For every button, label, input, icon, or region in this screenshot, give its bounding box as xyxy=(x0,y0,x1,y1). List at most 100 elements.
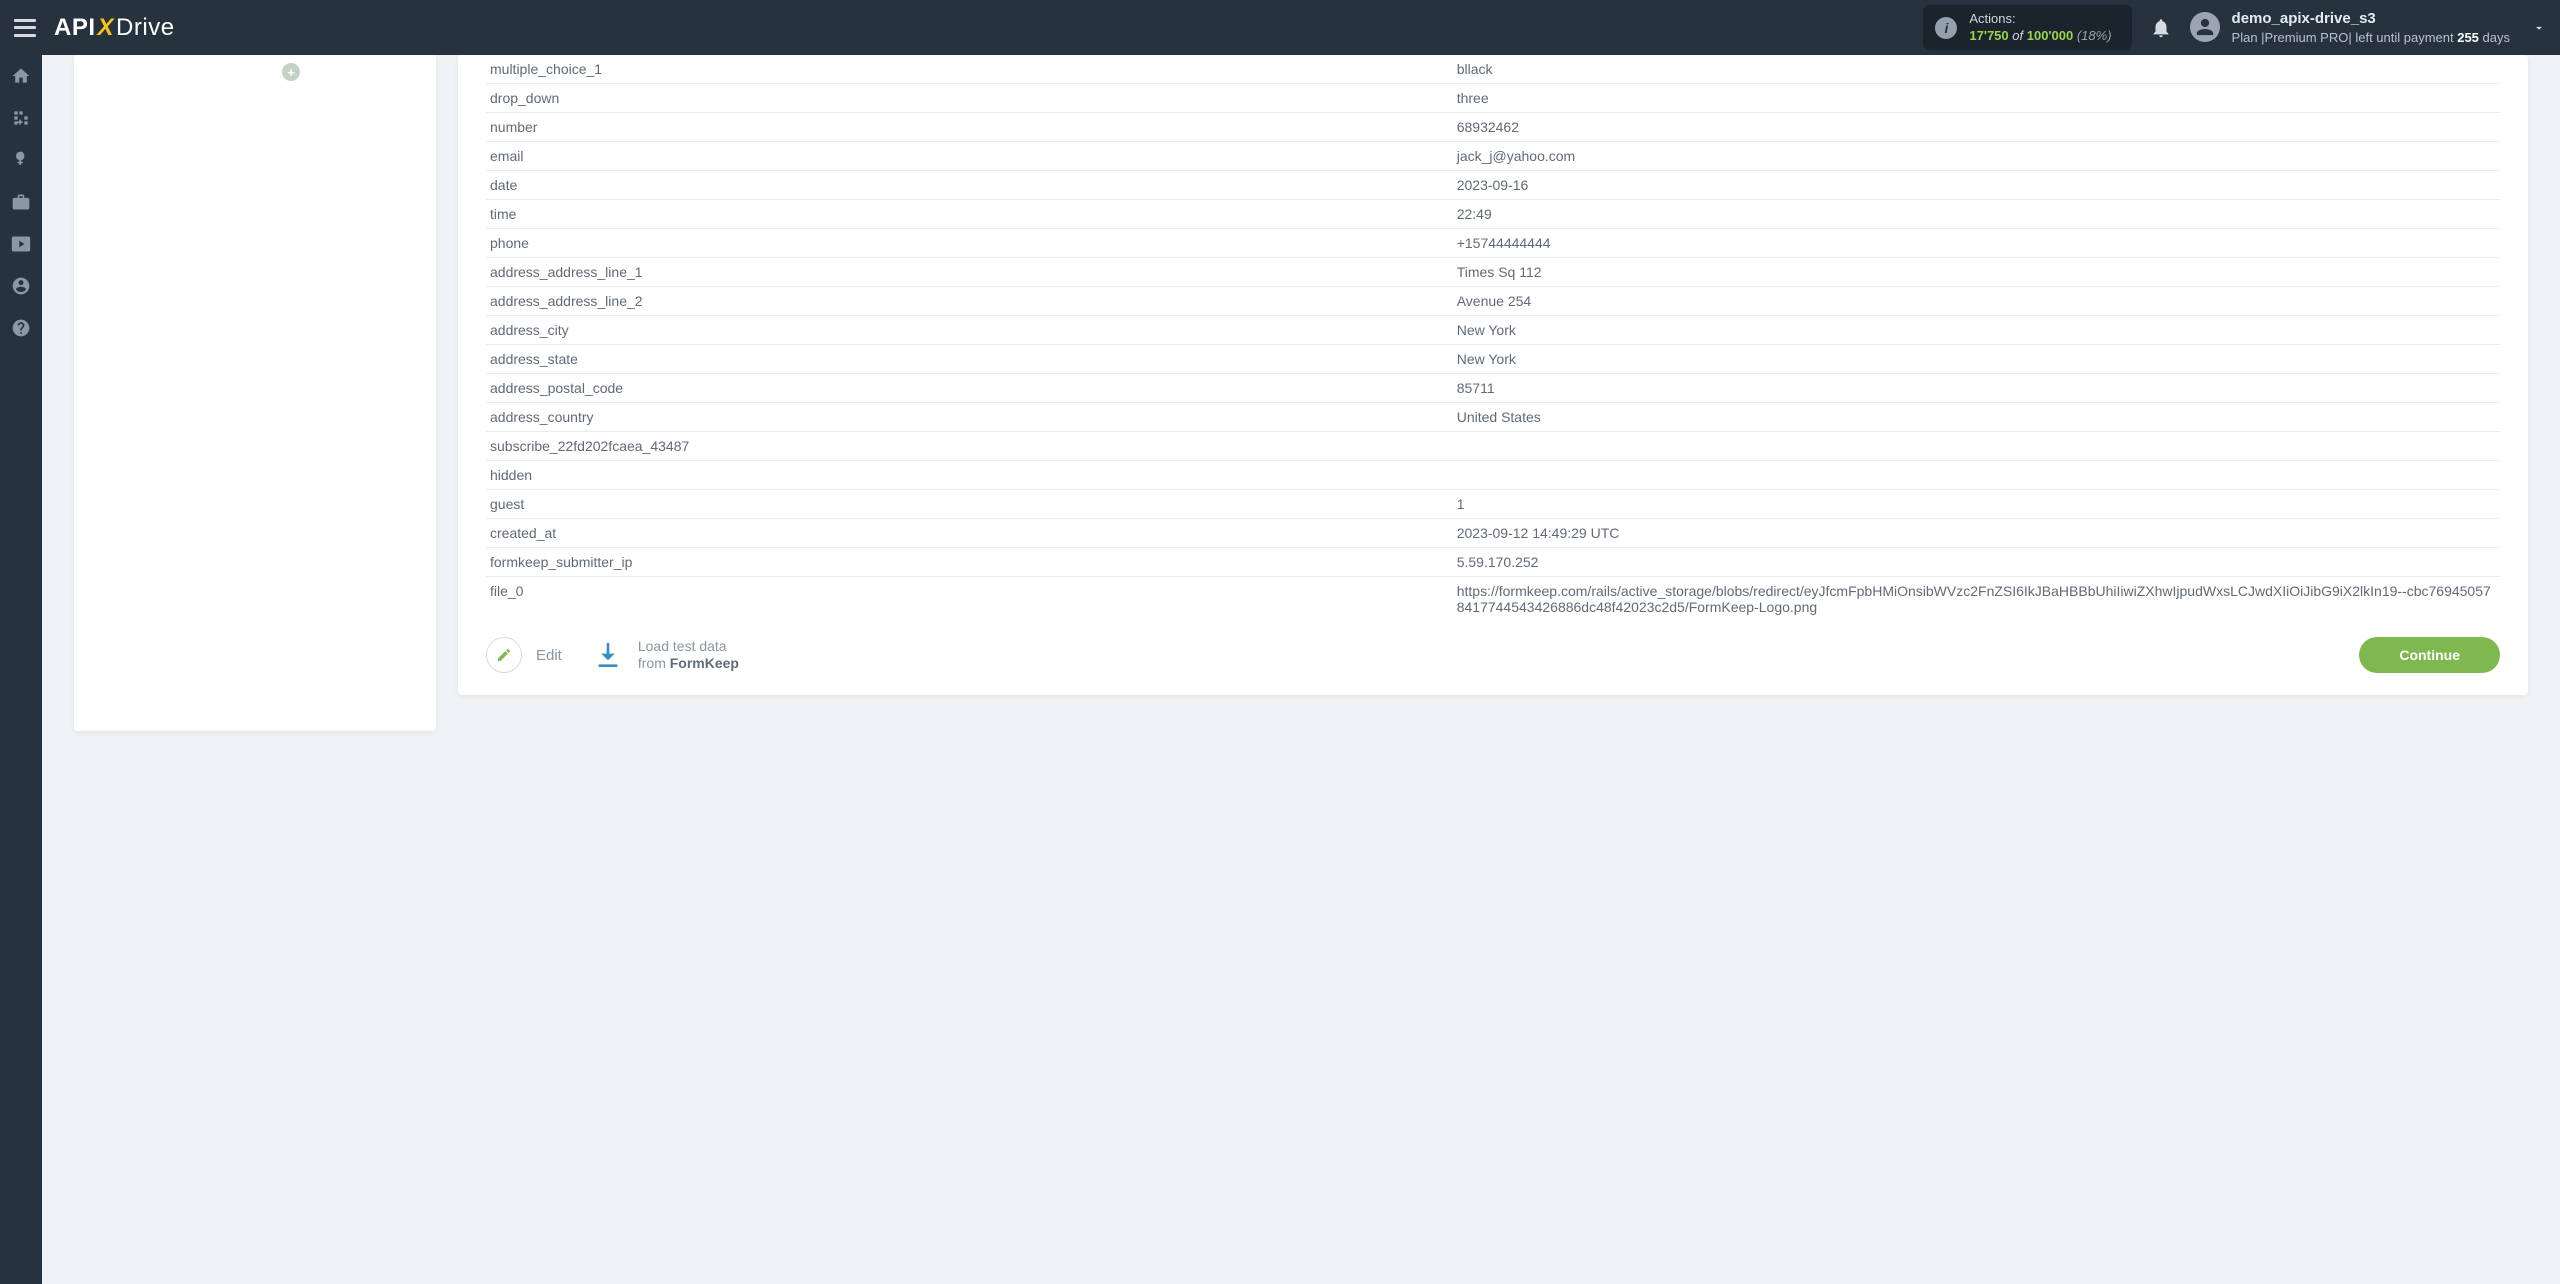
row-key: email xyxy=(486,142,1453,171)
row-value: 5.59.170.252 xyxy=(1453,548,2500,577)
card-actions: Edit Load test data from FormKeep Contin… xyxy=(486,637,2500,673)
row-key: address_address_line_1 xyxy=(486,258,1453,287)
table-row: address_address_line_1Times Sq 112 xyxy=(486,258,2500,287)
row-key: file_0 xyxy=(486,577,1453,622)
row-key: address_address_line_2 xyxy=(486,287,1453,316)
row-key: guest xyxy=(486,490,1453,519)
row-key: address_postal_code xyxy=(486,374,1453,403)
continue-button[interactable]: Continue xyxy=(2359,637,2500,673)
row-key: number xyxy=(486,113,1453,142)
row-value: bllack xyxy=(1453,55,2500,84)
logo[interactable]: APIXDrive xyxy=(54,14,175,42)
actions-used: 17'750 xyxy=(1969,28,2008,43)
user-name: demo_apix-drive_s3 xyxy=(2232,9,2510,29)
sidebar-video-icon[interactable] xyxy=(0,223,42,265)
table-row: address_address_line_2Avenue 254 xyxy=(486,287,2500,316)
sidebar-profile-icon[interactable] xyxy=(0,265,42,307)
plan-days: 255 xyxy=(2457,30,2479,45)
row-value: New York xyxy=(1453,316,2500,345)
actions-pct: (18%) xyxy=(2077,28,2112,43)
avatar-icon xyxy=(2190,12,2220,42)
row-value: 22:49 xyxy=(1453,200,2500,229)
user-menu[interactable]: demo_apix-drive_s3 Plan |Premium PRO| le… xyxy=(2190,9,2546,47)
row-value: United States xyxy=(1453,403,2500,432)
actions-of: of xyxy=(2012,28,2023,43)
main-area: + multiple_choice_1bllackdrop_downthreen… xyxy=(42,55,2560,1284)
user-info: demo_apix-drive_s3 Plan |Premium PRO| le… xyxy=(2232,9,2510,47)
table-row: emailjack_j@yahoo.com xyxy=(486,142,2500,171)
table-row: number68932462 xyxy=(486,113,2500,142)
table-row: file_0https://formkeep.com/rails/active_… xyxy=(486,577,2500,622)
row-key: address_city xyxy=(486,316,1453,345)
table-row: formkeep_submitter_ip5.59.170.252 xyxy=(486,548,2500,577)
table-row: created_at2023-09-12 14:49:29 UTC xyxy=(486,519,2500,548)
row-key: address_state xyxy=(486,345,1453,374)
actions-label: Actions: xyxy=(1969,11,2111,27)
table-row: guest1 xyxy=(486,490,2500,519)
row-value: Avenue 254 xyxy=(1453,287,2500,316)
row-key: formkeep_submitter_ip xyxy=(486,548,1453,577)
row-value xyxy=(1453,461,2500,490)
side-card: + xyxy=(74,55,436,731)
table-row: drop_downthree xyxy=(486,84,2500,113)
row-key: hidden xyxy=(486,461,1453,490)
app-header: APIXDrive i Actions: 17'750 of 100'000 (… xyxy=(0,0,2560,55)
menu-toggle-icon[interactable] xyxy=(14,19,36,37)
row-value: Times Sq 112 xyxy=(1453,258,2500,287)
sidebar-help-icon[interactable] xyxy=(0,307,42,349)
table-row: address_stateNew York xyxy=(486,345,2500,374)
actions-total: 100'000 xyxy=(2027,28,2073,43)
sidebar-home-icon[interactable] xyxy=(0,55,42,97)
row-key: multiple_choice_1 xyxy=(486,55,1453,84)
data-table: multiple_choice_1bllackdrop_downthreenum… xyxy=(486,55,2500,621)
row-value: https://formkeep.com/rails/active_storag… xyxy=(1453,577,2500,622)
row-value: 85711 xyxy=(1453,374,2500,403)
row-key: date xyxy=(486,171,1453,200)
table-row: address_postal_code85711 xyxy=(486,374,2500,403)
edit-button[interactable] xyxy=(486,637,522,673)
table-row: phone+15744444444 xyxy=(486,229,2500,258)
row-key: drop_down xyxy=(486,84,1453,113)
table-row: date2023-09-16 xyxy=(486,171,2500,200)
row-value: three xyxy=(1453,84,2500,113)
chevron-down-icon xyxy=(2532,21,2546,35)
load-line2: from FormKeep xyxy=(638,655,739,673)
row-value: jack_j@yahoo.com xyxy=(1453,142,2500,171)
row-value: New York xyxy=(1453,345,2500,374)
load-line1: Load test data xyxy=(638,638,739,656)
sidebar-briefcase-icon[interactable] xyxy=(0,181,42,223)
plan-line: Plan |Premium PRO| left until payment 25… xyxy=(2232,29,2510,47)
row-key: time xyxy=(486,200,1453,229)
load-test-text: Load test data from FormKeep xyxy=(638,638,739,673)
row-value: 68932462 xyxy=(1453,113,2500,142)
sidebar-billing-icon[interactable] xyxy=(0,139,42,181)
logo-x: X xyxy=(98,14,115,42)
edit-label: Edit xyxy=(536,647,562,664)
plan-name: Premium PRO xyxy=(2265,30,2349,45)
sidebar-connections-icon[interactable] xyxy=(0,97,42,139)
logo-api: API xyxy=(54,14,96,42)
table-row: time22:49 xyxy=(486,200,2500,229)
left-sidebar xyxy=(0,55,42,1284)
data-card: multiple_choice_1bllackdrop_downthreenum… xyxy=(458,55,2528,695)
actions-quota-box[interactable]: i Actions: 17'750 of 100'000 (18%) xyxy=(1923,5,2131,50)
row-value: +15744444444 xyxy=(1453,229,2500,258)
download-icon xyxy=(590,637,626,673)
row-value: 2023-09-12 14:49:29 UTC xyxy=(1453,519,2500,548)
load-test-data-button[interactable]: Load test data from FormKeep xyxy=(590,637,739,673)
row-value: 1 xyxy=(1453,490,2500,519)
row-key: address_country xyxy=(486,403,1453,432)
table-row: multiple_choice_1bllack xyxy=(486,55,2500,84)
table-row: address_countryUnited States xyxy=(486,403,2500,432)
row-key: phone xyxy=(486,229,1453,258)
add-step-icon[interactable]: + xyxy=(282,63,300,81)
row-value xyxy=(1453,432,2500,461)
logo-drive: Drive xyxy=(116,14,175,42)
notifications-icon[interactable] xyxy=(2150,17,2172,39)
plan-prefix: Plan | xyxy=(2232,30,2265,45)
plan-days-suffix: days xyxy=(2479,30,2510,45)
table-row: address_cityNew York xyxy=(486,316,2500,345)
row-key: subscribe_22fd202fcaea_43487 xyxy=(486,432,1453,461)
table-row: hidden xyxy=(486,461,2500,490)
row-key: created_at xyxy=(486,519,1453,548)
